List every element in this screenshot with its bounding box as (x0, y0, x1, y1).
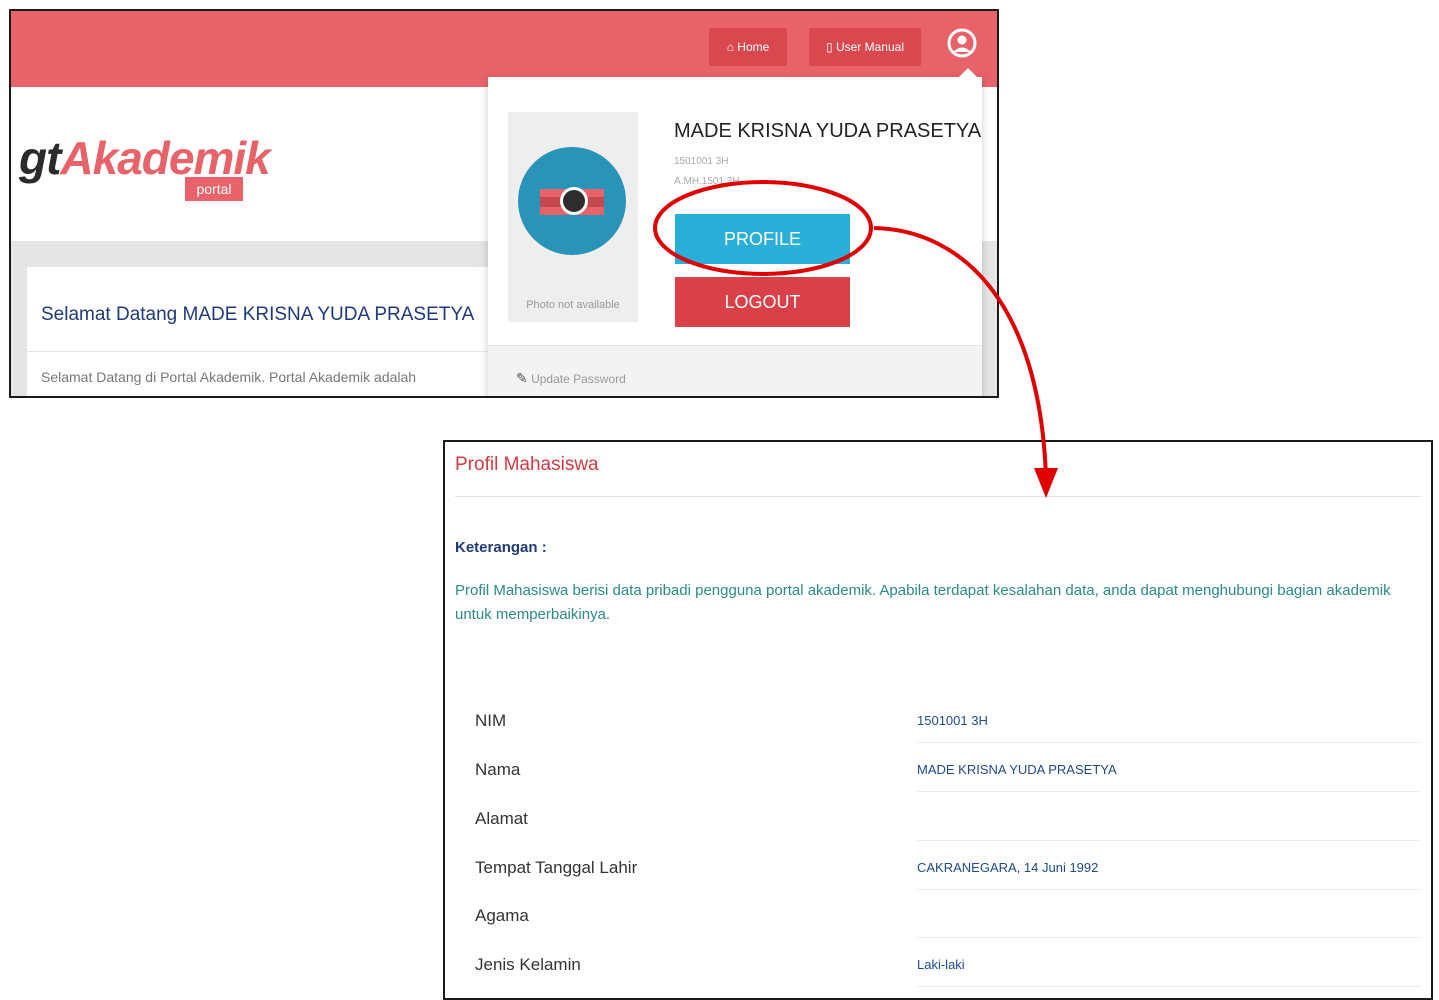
user-manual-button[interactable]: ▯ User Manual (809, 28, 921, 66)
info-row-nim: NIM 1501001 3H (445, 699, 1421, 747)
row-value: 1501001 3H (917, 713, 988, 728)
welcome-title: Selamat Datang MADE KRISNA YUDA PRASETYA (41, 304, 475, 325)
portal-header-screenshot: ⌂ Home ▯ User Manual gtAkademik portal S… (9, 9, 999, 398)
top-navbar: ⌂ Home ▯ User Manual (11, 11, 997, 87)
user-dropdown-menu: Photo not available MADE KRISNA YUDA PRA… (488, 68, 982, 396)
row-label: NIM (475, 711, 507, 730)
info-row-agama: Agama (445, 894, 1421, 942)
info-row-alamat: Alamat (445, 797, 1421, 845)
user-circle-icon[interactable] (946, 27, 978, 67)
description-text: Profil Mahasiswa berisi data pribadi pen… (455, 582, 1391, 623)
profile-button[interactable]: PROFILE (675, 214, 850, 264)
info-row-ttl: Tempat Tanggal Lahir CAKRANEGARA, 14 Jun… (445, 846, 1421, 894)
row-label: Tempat Tanggal Lahir (475, 858, 638, 877)
row-value: Laki-laki (917, 957, 965, 972)
photo-caption: Photo not available (526, 299, 620, 311)
user-code: A.MH.1501 3H (674, 176, 740, 187)
row-value: MADE KRISNA YUDA PRASETYA (917, 762, 1117, 777)
divider (455, 496, 1421, 497)
welcome-card: Selamat Datang MADE KRISNA YUDA PRASETYA… (27, 267, 497, 396)
edit-icon: ✎ (516, 370, 528, 386)
logo-portal-badge: portal (185, 177, 243, 201)
row-label: Nama (475, 760, 521, 779)
dropdown-footer: ✎ Update Password (488, 345, 982, 396)
user-nim: 1501001 3H (674, 156, 729, 167)
keterangan-label: Keterangan : (455, 539, 547, 556)
row-label: Alamat (475, 809, 528, 828)
info-row-jenis-kelamin: Jenis Kelamin Laki-laki (445, 943, 1421, 991)
home-button[interactable]: ⌂ Home (709, 28, 787, 66)
dropdown-caret (958, 68, 978, 78)
row-label: Jenis Kelamin (475, 955, 581, 974)
row-label: Agama (475, 906, 529, 925)
row-value: CAKRANEGARA, 14 Juni 1992 (917, 860, 1099, 875)
info-row-nama: Nama MADE KRISNA YUDA PRASETYA (445, 748, 1421, 796)
profile-photo: Photo not available (508, 112, 638, 322)
camera-icon (518, 147, 626, 255)
user-name: MADE KRISNA YUDA PRASETYA (674, 120, 982, 142)
update-password-label: Update Password (531, 372, 626, 386)
profil-mahasiswa-screenshot: Profil Mahasiswa Keterangan : Profil Mah… (443, 440, 1433, 1000)
divider (27, 351, 497, 352)
logout-button[interactable]: LOGOUT (675, 277, 850, 327)
logo-gt: gt (19, 132, 61, 184)
page-title: Profil Mahasiswa (455, 454, 599, 475)
welcome-text: Selamat Datang di Portal Akademik. Porta… (41, 369, 417, 385)
update-password-link[interactable]: ✎ Update Password (516, 370, 626, 387)
